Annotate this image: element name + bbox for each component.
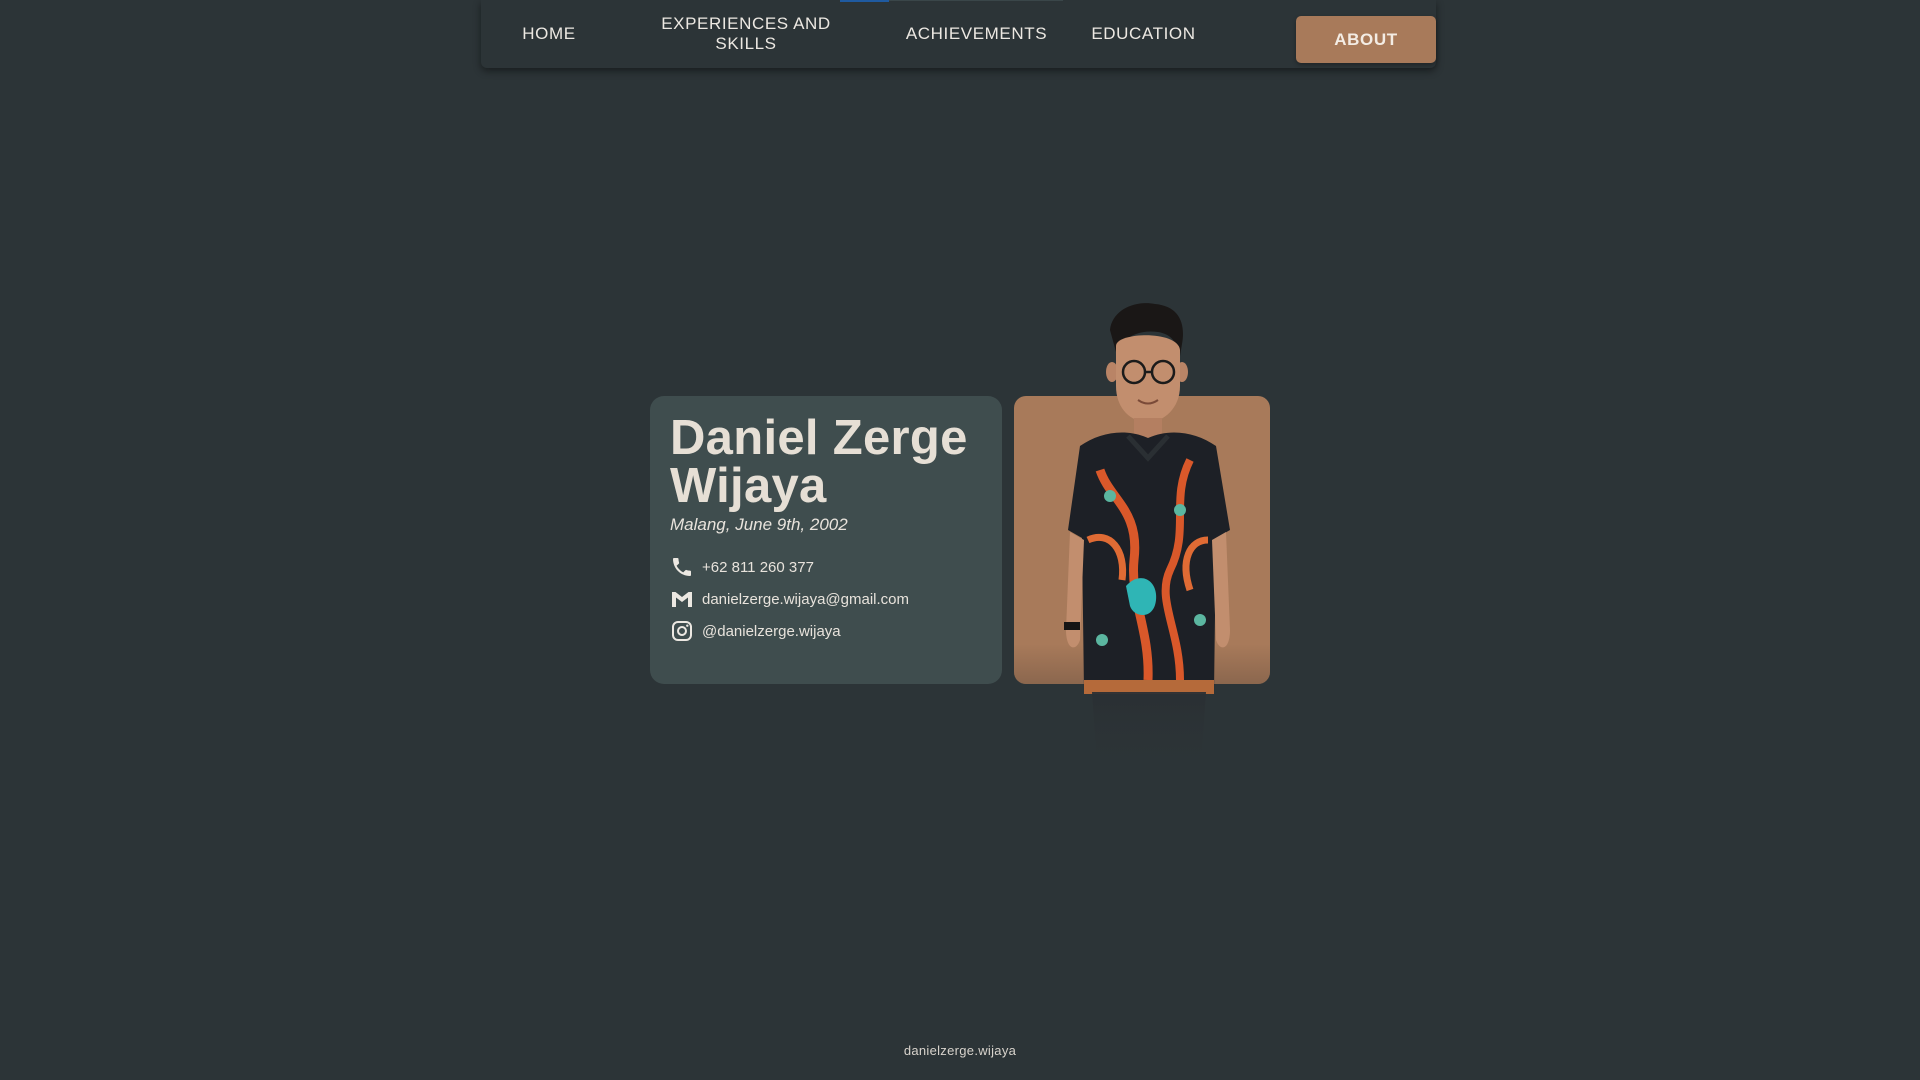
portrait-photo <box>1064 303 1230 780</box>
nav-achievements[interactable]: ACHIEVEMENTS <box>899 0 1054 68</box>
gmail-icon <box>670 587 694 611</box>
phone-number: +62 811 260 377 <box>702 558 814 576</box>
nav-experiences-and-skills[interactable]: EXPERIENCES AND SKILLS <box>651 0 841 68</box>
nav-education[interactable]: EDUCATION <box>1081 0 1206 68</box>
profile-card: Daniel Zerge Wijaya Malang, June 9th, 20… <box>650 396 1002 684</box>
instagram-icon <box>670 619 694 643</box>
email-address: danielzerge.wijaya@gmail.com <box>702 590 909 608</box>
footer-handle: danielzerge.wijaya <box>903 1043 1017 1058</box>
nav-scroll-indicator <box>840 0 889 2</box>
contact-email[interactable]: danielzerge.wijaya@gmail.com <box>670 587 982 611</box>
contact-instagram[interactable]: @danielzerge.wijaya <box>670 619 982 643</box>
phone-icon <box>670 555 694 579</box>
profile-name: Daniel Zerge Wijaya <box>670 411 968 513</box>
about-page: HOME EXPERIENCES AND SKILLS ACHIEVEMENTS… <box>0 0 1920 1080</box>
top-navbar: HOME EXPERIENCES AND SKILLS ACHIEVEMENTS… <box>481 0 1436 68</box>
contact-list: +62 811 260 377 danielzerge.wijaya@gmail… <box>670 555 982 643</box>
instagram-handle: @danielzerge.wijaya <box>702 622 841 640</box>
nav-about[interactable]: ABOUT <box>1296 16 1436 63</box>
birth-info: Malang, June 9th, 2002 <box>670 515 848 534</box>
contact-phone[interactable]: +62 811 260 377 <box>670 555 982 579</box>
nav-home[interactable]: HOME <box>481 0 617 68</box>
